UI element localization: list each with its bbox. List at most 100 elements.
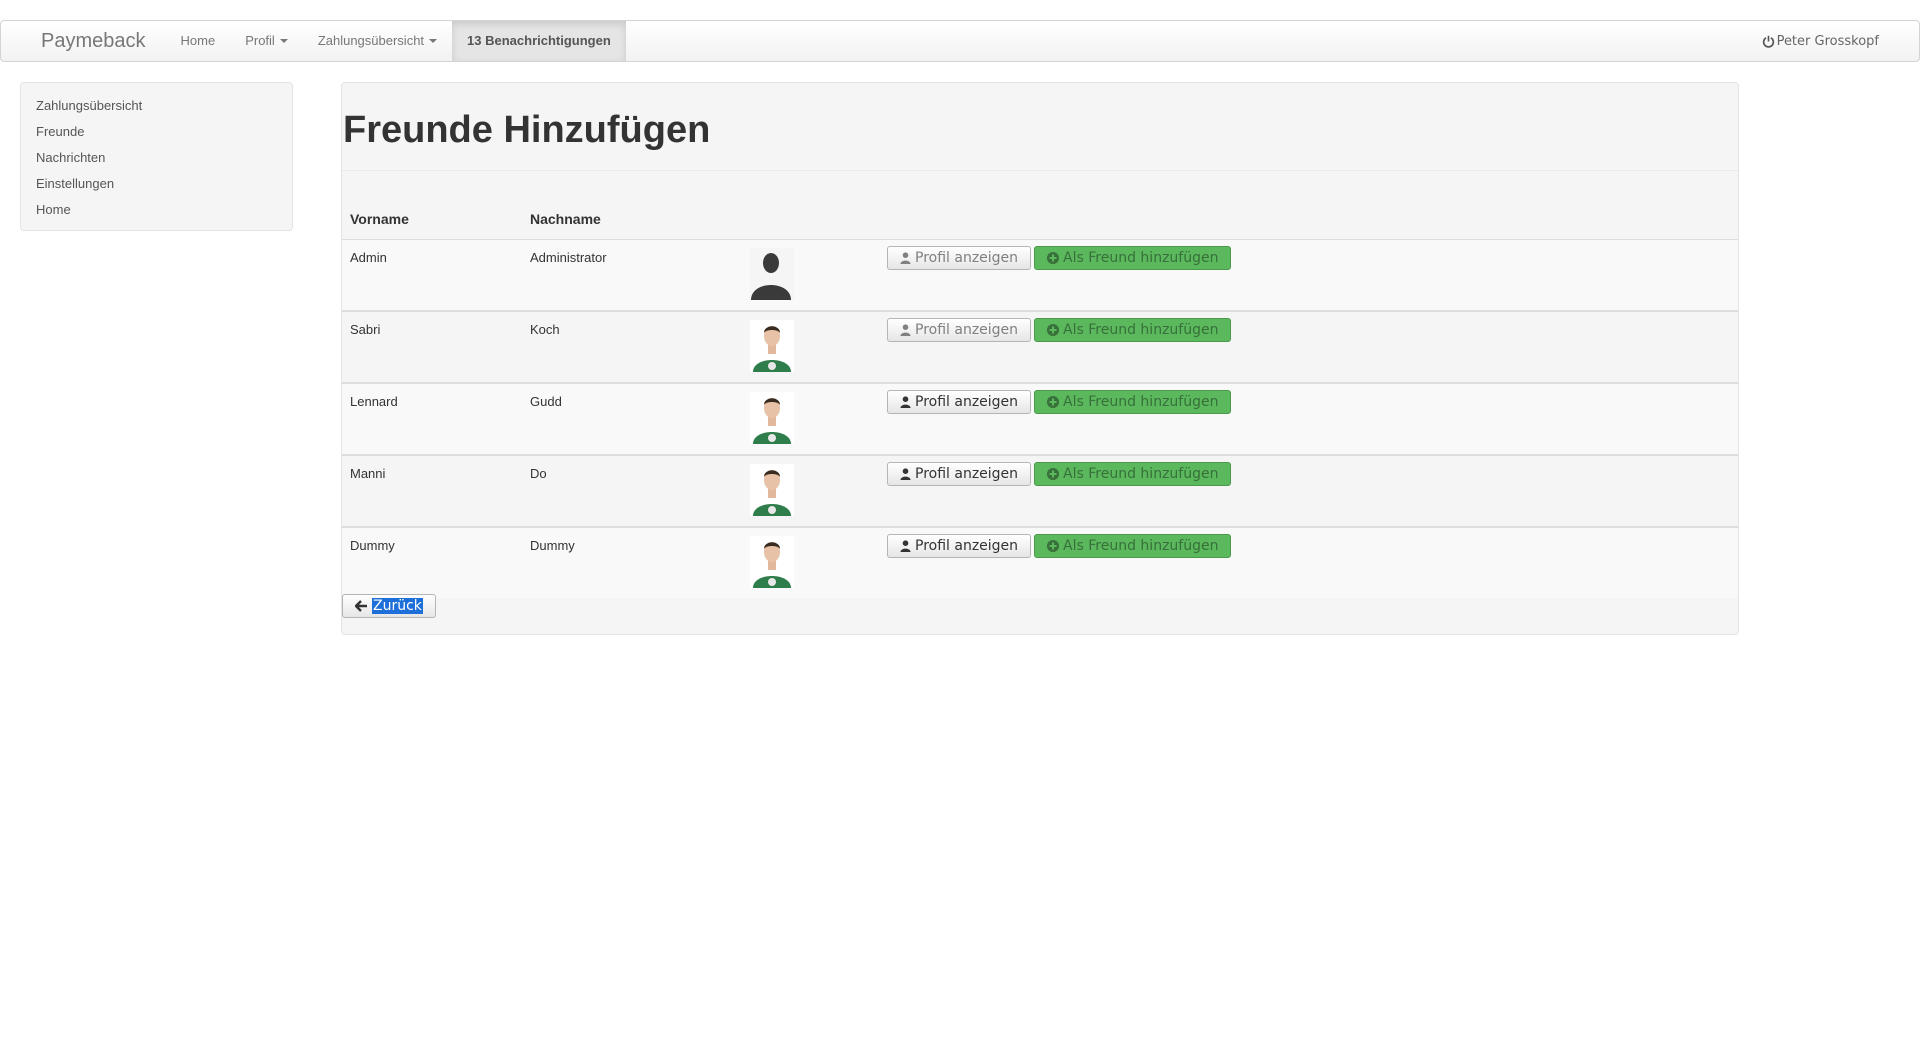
last-name: Administrator <box>530 249 607 265</box>
cell-actions: Profil anzeigen Als Freund hinzufügen <box>879 310 1738 384</box>
person-photo-avatar <box>750 391 794 444</box>
table-row: Manni Do Profil anzeigen Als Freund hinz… <box>342 454 1738 528</box>
back-container: Zurück <box>342 594 436 618</box>
add-friend-button[interactable]: Als Freund hinzufügen <box>1034 533 1232 558</box>
person-photo-avatar <box>750 535 794 588</box>
caret-down-icon <box>429 39 438 43</box>
last-name: Gudd <box>530 393 562 409</box>
sidebar-nav: Zahlungsübersicht Freunde Nachrichten Ei… <box>20 82 293 231</box>
cell-avatar <box>742 310 879 384</box>
power-icon <box>1762 35 1774 48</box>
sidebar-item-einstellungen[interactable]: Einstellungen <box>36 171 277 197</box>
plus-circle-icon <box>1047 467 1060 480</box>
column-header-actions <box>879 199 1738 240</box>
cell-nachname: Gudd <box>522 382 742 456</box>
cell-nachname: Dummy <box>522 526 742 598</box>
nav-zahlungsuebersicht-dropdown[interactable]: Zahlungsübersicht <box>303 21 452 61</box>
nav-benachrichtigungen[interactable]: 13 Benachrichtigungen <box>452 21 626 61</box>
user-icon <box>900 539 911 552</box>
person-photo-avatar <box>750 319 794 372</box>
add-friend-button[interactable]: Als Freund hinzufügen <box>1034 317 1232 342</box>
nav-zahlungsuebersicht-label: Zahlungsübersicht <box>317 33 425 48</box>
cell-vorname: Manni <box>342 454 522 528</box>
sidebar-item-zahlungsuebersicht[interactable]: Zahlungsübersicht <box>36 93 277 119</box>
profile-button-label: Profil anzeigen <box>915 321 1019 338</box>
add-friend-button-label: Als Freund hinzufügen <box>1063 465 1219 482</box>
table-row: Dummy Dummy Profil anzeigen Als Freund h… <box>342 526 1738 598</box>
caret-down-icon <box>279 39 288 43</box>
back-button-label: Zurück <box>372 598 423 614</box>
arrow-left-icon <box>355 600 367 612</box>
friends-table: Vorname Nachname Admin Administrator Pro… <box>342 199 1738 598</box>
nav-benachrichtigungen-label: 13 Benachrichtigungen <box>467 33 611 48</box>
person-photo-avatar <box>750 463 794 516</box>
cell-actions: Profil anzeigen Als Freund hinzufügen <box>879 454 1738 528</box>
profile-button[interactable]: Profil anzeigen <box>887 533 1032 558</box>
cell-actions: Profil anzeigen Als Freund hinzufügen <box>879 239 1738 312</box>
main-panel: Freunde Hinzufügen Vorname Nachname Admi… <box>341 82 1739 635</box>
nav-profil-dropdown[interactable]: Profil <box>230 21 303 61</box>
column-header-nachname: Nachname <box>522 199 742 240</box>
cell-vorname: Admin <box>342 239 522 312</box>
cell-avatar <box>742 239 879 312</box>
profile-button[interactable]: Profil anzeigen <box>887 461 1032 486</box>
add-friend-button-label: Als Freund hinzufügen <box>1063 249 1219 266</box>
nav-home[interactable]: Home <box>166 21 231 61</box>
back-button[interactable]: Zurück <box>342 594 436 618</box>
cell-nachname: Administrator <box>522 239 742 312</box>
cell-avatar <box>742 526 879 598</box>
plus-circle-icon <box>1047 323 1060 336</box>
cell-vorname: Sabri <box>342 310 522 384</box>
table-row: Sabri Koch Profil anzeigen Als Freund hi… <box>342 310 1738 384</box>
page-title: Freunde Hinzufügen <box>342 83 1738 171</box>
add-friend-button[interactable]: Als Freund hinzufügen <box>1034 461 1232 486</box>
cell-actions: Profil anzeigen Als Freund hinzufügen <box>879 526 1738 598</box>
plus-circle-icon <box>1047 395 1060 408</box>
brand-logo[interactable]: Paymeback <box>1 21 166 61</box>
user-icon <box>900 395 911 408</box>
cell-nachname: Do <box>522 454 742 528</box>
profile-button-label: Profil anzeigen <box>915 537 1019 554</box>
user-logout-link[interactable]: Peter Grosskopf <box>1762 21 1919 61</box>
user-icon <box>900 323 911 336</box>
first-name: Dummy <box>350 537 395 553</box>
profile-button-label: Profil anzeigen <box>915 249 1019 266</box>
top-navbar: Paymeback Home Profil Zahlungsübersicht … <box>0 20 1920 62</box>
add-friend-button-label: Als Freund hinzufügen <box>1063 537 1219 554</box>
column-header-vorname: Vorname <box>342 199 522 240</box>
profile-button-label: Profil anzeigen <box>915 465 1019 482</box>
last-name: Dummy <box>530 537 575 553</box>
profile-button-label: Profil anzeigen <box>915 393 1019 410</box>
user-name: Peter Grosskopf <box>1776 33 1879 49</box>
first-name: Manni <box>350 465 386 481</box>
add-friend-button[interactable]: Als Freund hinzufügen <box>1034 245 1232 270</box>
plus-circle-icon <box>1047 539 1060 552</box>
column-header-avatar <box>742 199 879 240</box>
add-friend-button[interactable]: Als Freund hinzufügen <box>1034 389 1232 414</box>
cell-avatar <box>742 382 879 456</box>
plus-circle-icon <box>1047 251 1060 264</box>
first-name: Admin <box>350 249 387 265</box>
sidebar-item-home[interactable]: Home <box>36 197 277 223</box>
cell-vorname: Lennard <box>342 382 522 456</box>
table-row: Admin Administrator Profil anzeigen Als … <box>342 239 1738 312</box>
table-header-row: Vorname Nachname <box>342 199 1738 240</box>
cell-vorname: Dummy <box>342 526 522 598</box>
sidebar-item-freunde[interactable]: Freunde <box>36 119 277 145</box>
table-row: Lennard Gudd Profil anzeigen Als Freund … <box>342 382 1738 456</box>
cell-nachname: Koch <box>522 310 742 384</box>
last-name: Do <box>530 465 547 481</box>
user-icon <box>900 467 911 480</box>
user-icon <box>900 251 911 264</box>
cell-actions: Profil anzeigen Als Freund hinzufügen <box>879 382 1738 456</box>
nav-profil-label: Profil <box>245 33 275 48</box>
sidebar-item-nachrichten[interactable]: Nachrichten <box>36 145 277 171</box>
profile-button[interactable]: Profil anzeigen <box>887 389 1032 414</box>
add-friend-button-label: Als Freund hinzufügen <box>1063 393 1219 410</box>
cell-avatar <box>742 454 879 528</box>
add-friend-button-label: Als Freund hinzufügen <box>1063 321 1219 338</box>
profile-button[interactable]: Profil anzeigen <box>887 245 1032 270</box>
last-name: Koch <box>530 321 560 337</box>
profile-button[interactable]: Profil anzeigen <box>887 317 1032 342</box>
nav-home-label: Home <box>180 33 216 48</box>
